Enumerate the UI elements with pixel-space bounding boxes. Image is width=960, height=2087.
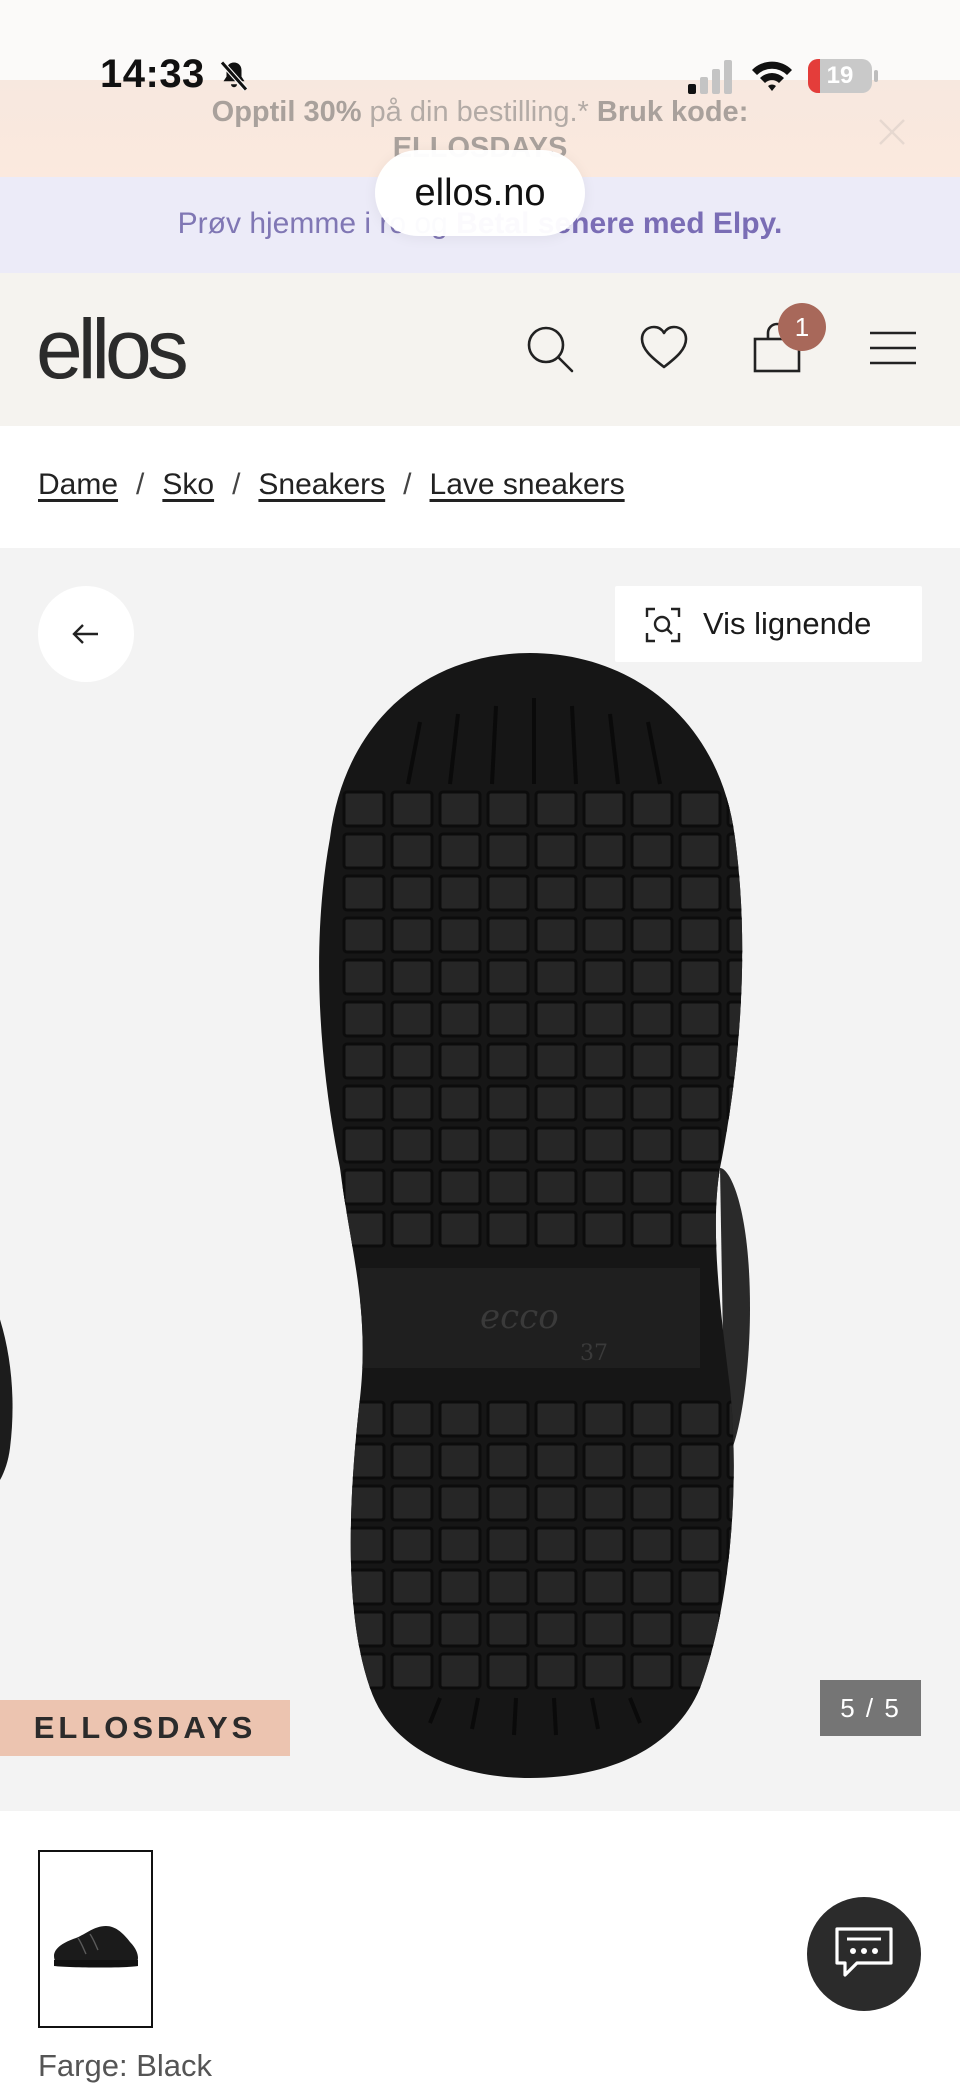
breadcrumb-sneakers[interactable]: Sneakers bbox=[258, 468, 385, 501]
sole-size: 37 bbox=[580, 1341, 608, 1366]
heart-icon[interactable] bbox=[637, 321, 691, 375]
product-thumbnail-image bbox=[54, 1926, 138, 1968]
similar-products-label: Vis lignende bbox=[703, 606, 872, 641]
promo-middle: på din bestilling.* bbox=[361, 96, 597, 128]
breadcrumb-lave-sneakers[interactable]: Lave sneakers bbox=[430, 468, 625, 501]
chat-icon bbox=[835, 1927, 893, 1977]
color-label: Farge: Black bbox=[38, 2048, 213, 2083]
product-image-shoe-sole: ecco 37 bbox=[319, 653, 750, 1778]
breadcrumb-dame[interactable]: Dame bbox=[38, 468, 118, 501]
breadcrumb-separator: / bbox=[136, 468, 145, 501]
breadcrumb-separator: / bbox=[232, 468, 241, 501]
breadcrumb-sko[interactable]: Sko bbox=[162, 468, 214, 501]
arrow-left-icon bbox=[72, 624, 98, 644]
promo-discount: Opptil 30% bbox=[211, 96, 362, 128]
wifi-icon bbox=[752, 61, 792, 91]
bell-slash-icon bbox=[220, 60, 248, 92]
breadcrumb-separator: / bbox=[403, 468, 412, 501]
signal-icon bbox=[688, 60, 732, 94]
battery-icon: 19 bbox=[808, 59, 878, 93]
status-time: 14:33 bbox=[100, 52, 205, 96]
site-header: ellos 1 bbox=[0, 273, 960, 426]
url-pill[interactable]: ellos.no bbox=[375, 150, 585, 236]
status-bar: 14:33 19 bbox=[0, 0, 960, 96]
search-icon[interactable] bbox=[522, 321, 576, 375]
ellos-logo[interactable]: ellos bbox=[36, 301, 189, 398]
cart-count-badge: 1 bbox=[778, 303, 826, 351]
image-page-counter: 5 / 5 bbox=[820, 1680, 921, 1736]
product-image-gallery[interactable]: ecco 37 Vis lignende ELLOSDAYS 5 / 5 bbox=[0, 548, 960, 1811]
similar-products-button[interactable]: Vis lignende bbox=[615, 586, 922, 662]
menu-icon[interactable] bbox=[866, 321, 920, 375]
promo-code-label: Bruk kode: bbox=[596, 96, 749, 128]
visual-search-icon bbox=[645, 607, 681, 643]
color-variant-thumbnail[interactable] bbox=[38, 1850, 153, 2028]
close-icon[interactable] bbox=[872, 112, 912, 152]
sole-brand: ecco bbox=[480, 1297, 559, 1337]
previous-image-peek bbox=[0, 1319, 13, 1480]
battery-level: 19 bbox=[826, 62, 854, 89]
chat-button[interactable] bbox=[807, 1897, 921, 2011]
breadcrumb: Dame / Sko / Sneakers / Lave sneakers bbox=[0, 426, 960, 548]
back-button[interactable] bbox=[38, 586, 134, 682]
campaign-badge: ELLOSDAYS bbox=[0, 1700, 290, 1756]
